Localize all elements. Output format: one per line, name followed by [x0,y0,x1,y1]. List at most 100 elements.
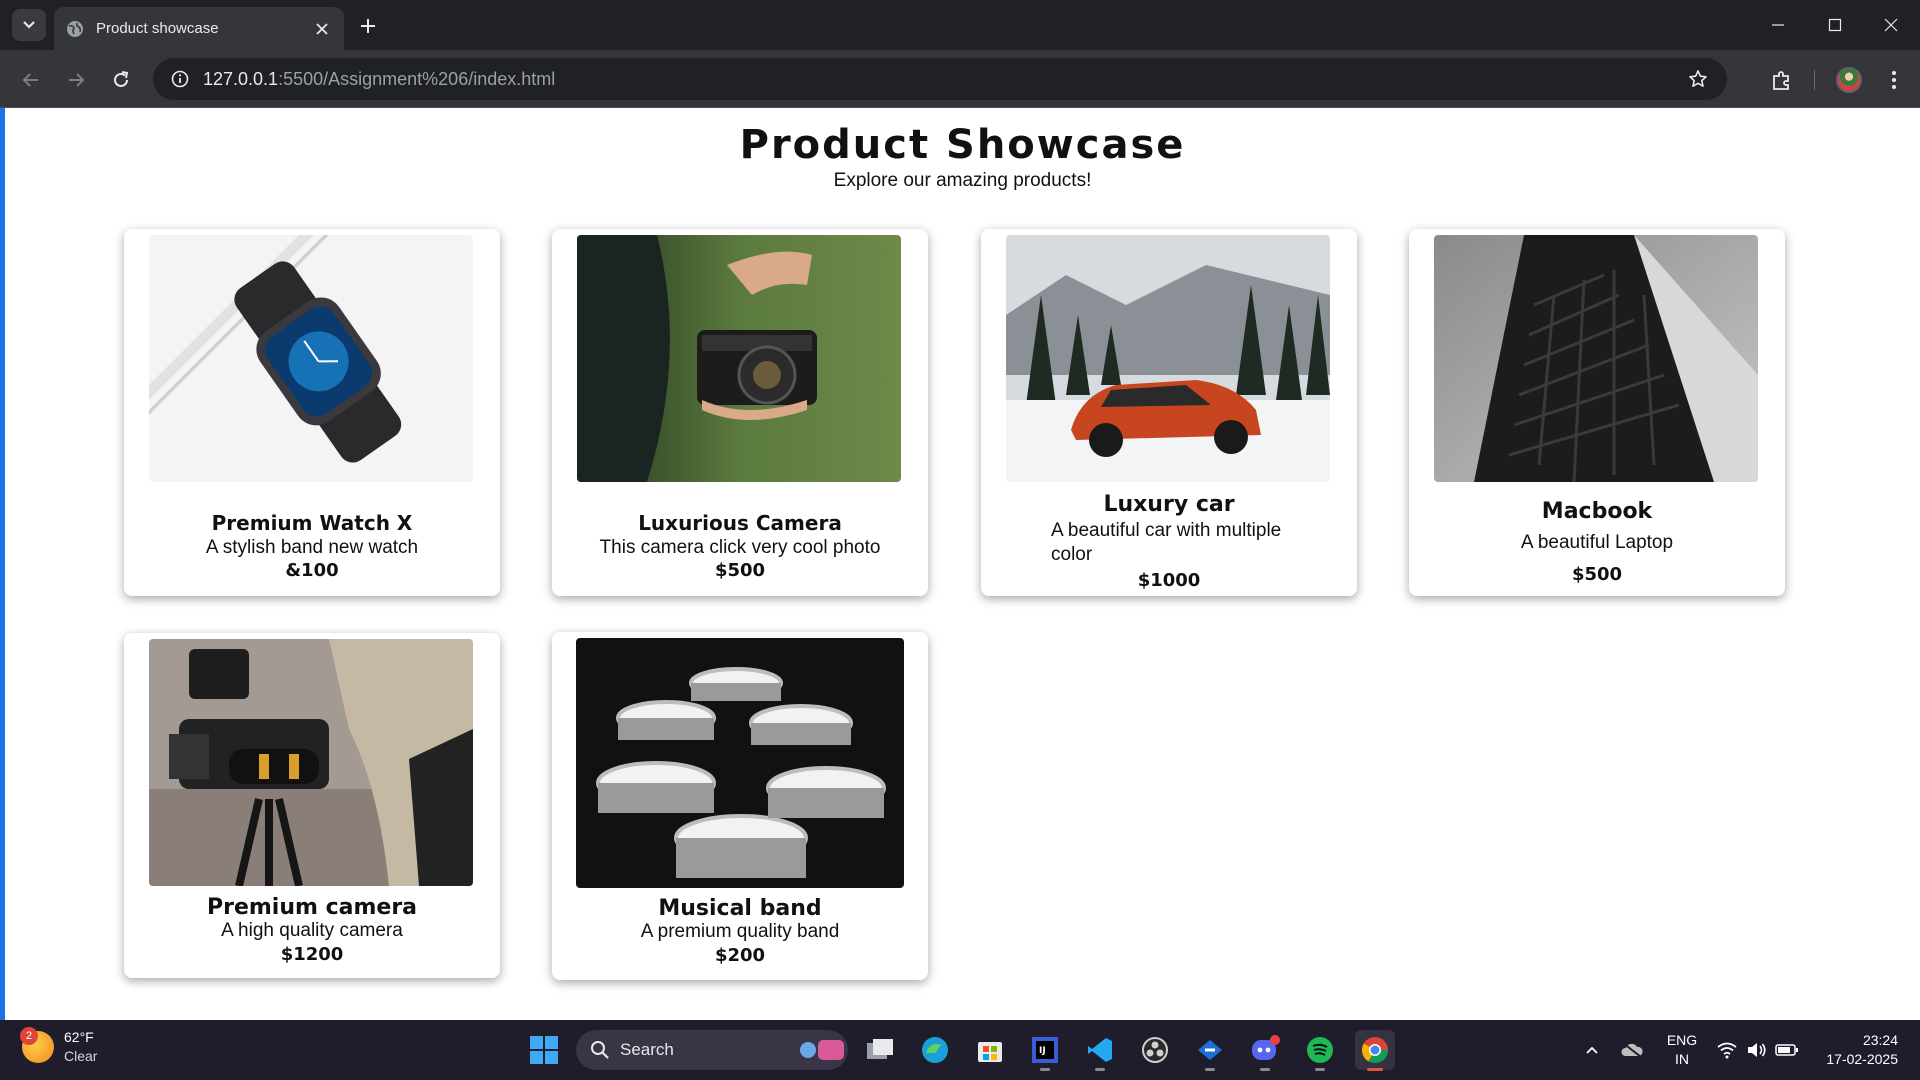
page-title: Product Showcase [739,122,1186,168]
battery-button[interactable] [1775,1038,1799,1062]
close-icon [1884,18,1898,32]
obs-icon [1142,1037,1168,1063]
product-card[interactable]: Luxury car A beautiful car with multiple… [981,229,1357,596]
browser-tab-active[interactable]: Product showcase [54,7,344,50]
menu-button[interactable] [1877,63,1911,97]
minimize-button[interactable] [1758,10,1798,40]
chrome-icon [1361,1037,1389,1064]
product-description: A high quality camera [221,920,403,941]
product-price: $500 [714,560,766,581]
taskbar-search[interactable]: Search [576,1030,848,1070]
product-price: $500 [1571,564,1623,585]
url-text: 127.0.0.1:5500/Assignment%206/index.html [203,69,555,90]
taskbar-vscode[interactable] [1080,1030,1120,1071]
taskbar-teamviewer[interactable] [1190,1030,1230,1071]
product-name: Luxury car [1103,492,1235,517]
product-price: &100 [285,560,339,581]
info-icon [171,70,189,88]
running-indicator [1260,1068,1270,1071]
product-info: Luxury car A beautiful car with multiple… [1001,492,1337,591]
start-button[interactable] [524,1030,564,1070]
product-card[interactable]: Macbook A beautiful Laptop $500 [1409,229,1785,596]
tab-search-button[interactable] [12,9,46,41]
language-indicator[interactable]: ENG IN [1664,1031,1700,1069]
url-host: 127.0.0.1 [203,68,279,89]
star-icon [1689,70,1707,87]
product-image-watch [149,235,473,482]
window-close-button[interactable] [1871,10,1911,40]
show-hidden-icons-button[interactable] [1580,1038,1604,1062]
new-tab-button[interactable] [355,13,381,39]
back-button[interactable] [15,64,47,96]
browser-tabstrip: Product showcase [0,0,1920,50]
discord-icon [1252,1035,1280,1060]
svg-text:IJ: IJ [1039,1046,1046,1056]
close-icon [316,22,328,35]
maximize-button[interactable] [1815,10,1855,40]
product-price: $1200 [280,944,344,965]
taskbar: 2 62°F Clear Search IJ ENG IN 23:24 17-0… [0,1020,1920,1080]
bookmark-button[interactable] [1683,64,1713,94]
running-indicator [1367,1068,1383,1071]
taskbar-chrome[interactable] [1355,1030,1395,1071]
language-code: ENG [1666,1032,1698,1048]
product-info: Macbook A beautiful Laptop $500 [1429,499,1765,585]
product-card[interactable]: Premium Watch X A stylish band new watch… [124,229,500,596]
weather-moon-icon: 2 [20,1027,54,1063]
taskbar-discord[interactable] [1245,1030,1285,1071]
product-card[interactable]: Musical band A premium quality band $200 [552,632,928,980]
product-name: Premium camera [206,895,418,920]
volume-button[interactable] [1745,1038,1769,1062]
product-card[interactable]: Luxurious Camera This camera click very … [552,229,928,596]
clock[interactable]: 23:24 17-02-2025 [1808,1031,1898,1069]
store-icon [978,1042,1002,1062]
browser-toolbar: 127.0.0.1:5500/Assignment%206/index.html [0,50,1920,108]
url-path: :5500/Assignment%206/index.html [278,68,556,89]
taskbar-store[interactable] [970,1030,1010,1070]
site-info-button[interactable] [165,64,195,94]
spotify-icon [1307,1037,1333,1063]
address-bar[interactable]: 127.0.0.1:5500/Assignment%206/index.html [153,58,1727,100]
weather-temperature: 62°F [64,1029,94,1045]
onedrive-button[interactable] [1620,1038,1644,1062]
vscode-icon [1088,1038,1112,1062]
product-image-drums [576,638,904,888]
product-info: Premium Watch X A stylish band new watch… [144,511,480,581]
extensions-button[interactable] [1765,63,1799,97]
remote-desktop-icon [1198,1040,1222,1060]
weather-condition: Clear [64,1048,98,1064]
product-image-car [1006,235,1330,482]
page-subtitle: Explore our amazing products! [833,170,1092,191]
language-region: IN [1675,1051,1689,1067]
search-highlight-icon [800,1040,844,1060]
taskbar-task-view[interactable] [860,1030,900,1070]
page-header: Product Showcase Explore our amazing pro… [5,108,1920,192]
toolbar-divider [1814,70,1815,90]
tab-close-button[interactable] [312,19,332,39]
puzzle-icon [1773,71,1789,90]
reload-button[interactable] [105,64,137,96]
product-price: $200 [714,945,766,966]
wifi-button[interactable] [1715,1038,1739,1062]
tab-title: Product showcase [96,20,219,37]
battery-icon [1775,1044,1798,1056]
product-name: Luxurious Camera [638,511,842,535]
clock-time: 23:24 [1862,1032,1898,1048]
product-description: A beautiful Laptop [1520,532,1674,553]
weather-widget[interactable]: 2 62°F Clear [20,1027,98,1066]
taskbar-intellij[interactable]: IJ [1025,1030,1065,1071]
windows-icon [530,1036,558,1064]
product-card[interactable]: Premium camera A high quality camera $12… [124,633,500,978]
taskbar-spotify[interactable] [1300,1030,1340,1071]
avatar [1836,67,1862,93]
product-info: Luxurious Camera This camera click very … [572,511,908,581]
reload-icon [114,71,129,87]
taskbar-edge[interactable] [915,1030,955,1070]
globe-icon [67,20,83,37]
profile-button[interactable] [1832,63,1866,97]
forward-button[interactable] [60,64,92,96]
taskbar-obs[interactable] [1135,1030,1175,1070]
product-description: A stylish band new watch [205,537,419,558]
weather-badge: 2 [20,1027,38,1045]
product-image-video-camera [149,639,473,886]
